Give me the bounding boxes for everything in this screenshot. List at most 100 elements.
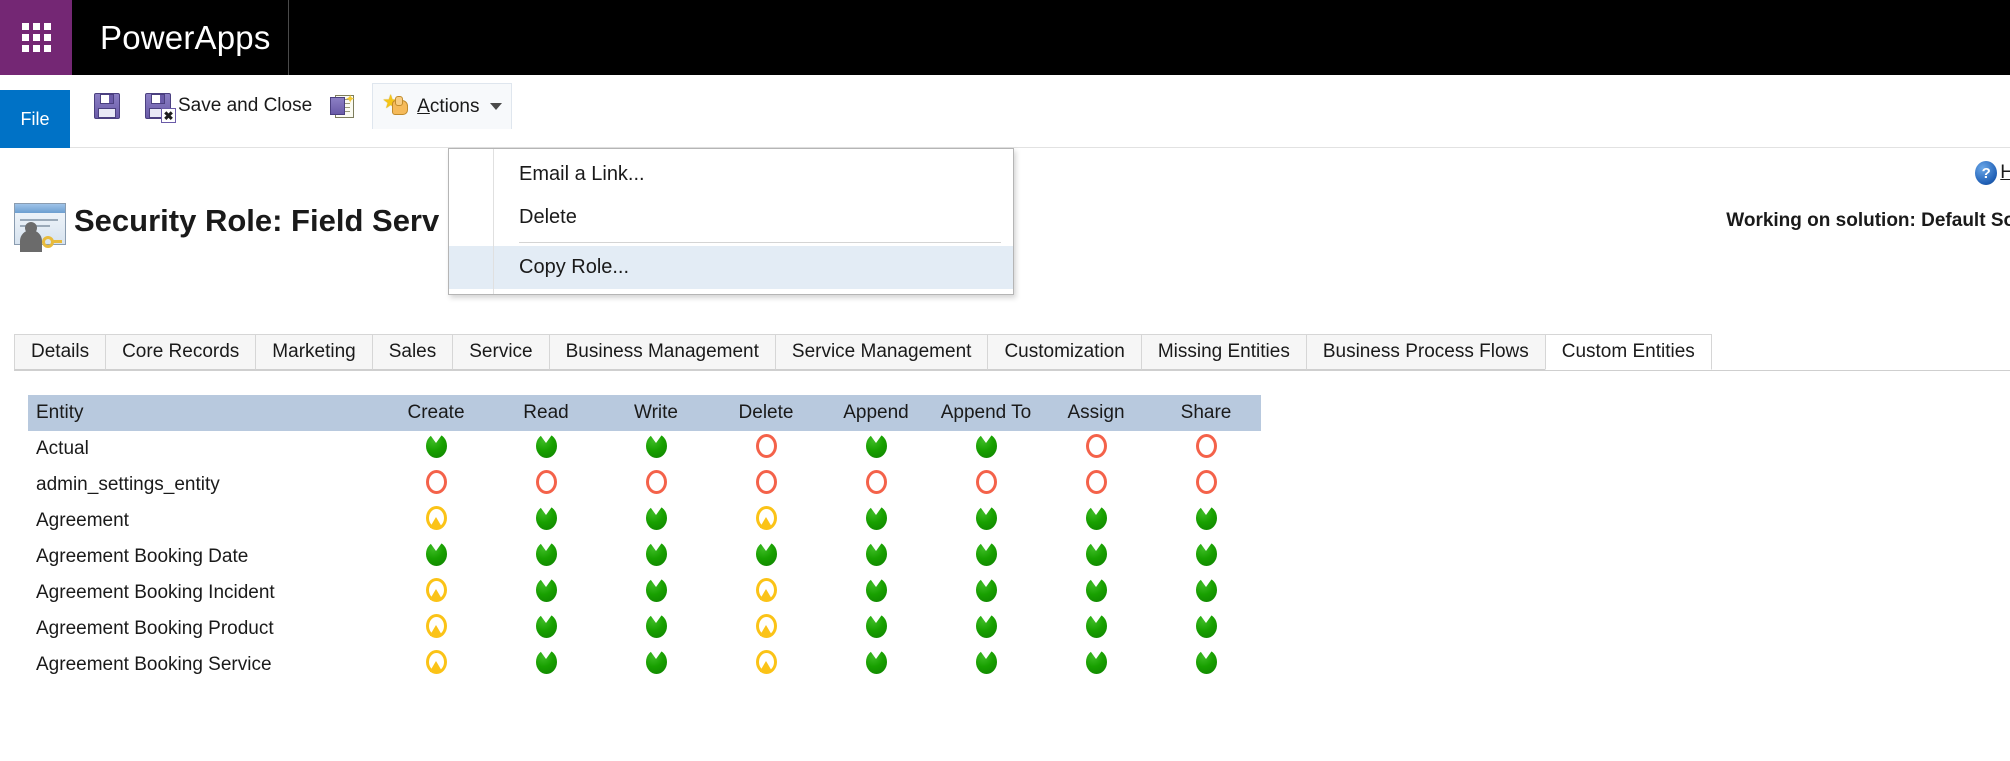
column-header-read[interactable]: Read [491, 395, 601, 431]
privilege-cell-append[interactable] [821, 539, 931, 575]
column-header-append[interactable]: Append [821, 395, 931, 431]
privilege-cell-write[interactable] [601, 575, 711, 611]
privilege-cell-read[interactable] [491, 539, 601, 575]
privilege-cell-assign[interactable] [1041, 431, 1151, 467]
privilege-cell-delete[interactable] [711, 503, 821, 539]
privilege-cell-append[interactable] [821, 503, 931, 539]
save-as-new-button[interactable]: ✦ [321, 84, 372, 128]
privilege-cell-write[interactable] [601, 431, 711, 467]
table-row[interactable]: Actual [28, 431, 1261, 467]
privilege-cell-assign[interactable] [1041, 467, 1151, 503]
privilege-cell-share[interactable] [1151, 539, 1261, 575]
tab-marketing[interactable]: Marketing [255, 334, 373, 370]
privilege-cell-delete[interactable] [711, 611, 821, 647]
tab-details[interactable]: Details [14, 334, 107, 370]
column-header-assign[interactable]: Assign [1041, 395, 1151, 431]
tab-core-records[interactable]: Core Records [105, 334, 257, 370]
privilege-cell-append[interactable] [821, 611, 931, 647]
waffle-icon [21, 23, 51, 52]
entity-name-cell: Agreement [36, 510, 129, 531]
privilege-cell-share[interactable] [1151, 503, 1261, 539]
privilege-cell-read[interactable] [491, 503, 601, 539]
column-header-append-to[interactable]: Append To [931, 395, 1041, 431]
tab-business-process-flows[interactable]: Business Process Flows [1305, 334, 1546, 370]
privilege-cell-read[interactable] [491, 647, 601, 683]
privilege-cell-create[interactable] [381, 647, 491, 683]
help-link[interactable]: ? H [1975, 161, 2010, 185]
privilege-cell-append-to[interactable] [931, 467, 1041, 503]
privilege-cell-append[interactable] [821, 575, 931, 611]
column-header-delete[interactable]: Delete [711, 395, 821, 431]
privilege-cell-read[interactable] [491, 431, 601, 467]
privilege-cell-read[interactable] [491, 575, 601, 611]
privilege-cell-assign[interactable] [1041, 539, 1151, 575]
tab-service-management[interactable]: Service Management [774, 334, 989, 370]
privilege-cell-create[interactable] [381, 539, 491, 575]
privilege-cell-create[interactable] [381, 611, 491, 647]
privilege-cell-delete[interactable] [711, 467, 821, 503]
privilege-cell-read[interactable] [491, 611, 601, 647]
privilege-cell-create[interactable] [381, 467, 491, 503]
save-button[interactable] [85, 84, 136, 128]
table-row[interactable]: Agreement Booking Product [28, 611, 1261, 647]
privilege-cell-share[interactable] [1151, 431, 1261, 467]
tab-customization[interactable]: Customization [987, 334, 1142, 370]
column-header-write[interactable]: Write [601, 395, 711, 431]
menu-item-email-a-link[interactable]: Email a Link... [449, 153, 1013, 196]
privilege-cell-delete[interactable] [711, 539, 821, 575]
privilege-cell-append-to[interactable] [931, 431, 1041, 467]
privilege-cell-append-to[interactable] [931, 503, 1041, 539]
table-row[interactable]: admin_settings_entity [28, 467, 1261, 503]
privilege-cell-create[interactable] [381, 431, 491, 467]
privilege-cell-create[interactable] [381, 575, 491, 611]
privilege-cell-write[interactable] [601, 467, 711, 503]
column-header-entity[interactable]: Entity [28, 395, 381, 431]
privilege-cell-append[interactable] [821, 431, 931, 467]
menu-item-copy-role[interactable]: Copy Role... [449, 246, 1013, 289]
privilege-cell-delete[interactable] [711, 431, 821, 467]
grid-body: Actual admin_settings_entity Agreement Agre… [28, 431, 1261, 683]
file-tab[interactable]: File [0, 90, 70, 148]
privilege-cell-write[interactable] [601, 503, 711, 539]
table-row[interactable]: Agreement Booking Incident [28, 575, 1261, 611]
privilege-cell-append-to[interactable] [931, 575, 1041, 611]
tab-business-management[interactable]: Business Management [548, 334, 776, 370]
privilege-cell-assign[interactable] [1041, 647, 1151, 683]
brand-area[interactable]: PowerApps [72, 0, 289, 75]
privilege-cell-append[interactable] [821, 647, 931, 683]
privilege-cell-append-to[interactable] [931, 611, 1041, 647]
privilege-cell-write[interactable] [601, 611, 711, 647]
column-header-share[interactable]: Share [1151, 395, 1261, 431]
privilege-cell-append-to[interactable] [931, 647, 1041, 683]
column-header-create[interactable]: Create [381, 395, 491, 431]
app-launcher-button[interactable] [0, 0, 72, 75]
actions-menu-button[interactable]: ★ Actions [372, 83, 513, 129]
privilege-cell-share[interactable] [1151, 611, 1261, 647]
privilege-cell-write[interactable] [601, 647, 711, 683]
table-row[interactable]: Agreement [28, 503, 1261, 539]
privilege-cell-share[interactable] [1151, 575, 1261, 611]
menu-item-delete[interactable]: Delete [449, 196, 1013, 239]
tab-service[interactable]: Service [452, 334, 550, 370]
tab-missing-entities[interactable]: Missing Entities [1140, 334, 1307, 370]
privilege-cell-write[interactable] [601, 539, 711, 575]
privilege-partial-yellow-icon [425, 578, 447, 602]
privilege-cell-share[interactable] [1151, 467, 1261, 503]
privilege-cell-create[interactable] [381, 503, 491, 539]
privilege-cell-assign[interactable] [1041, 575, 1151, 611]
privilege-cell-assign[interactable] [1041, 611, 1151, 647]
privilege-partial-yellow-icon [425, 506, 447, 530]
save-and-close-button[interactable]: ✖ Save and Close [136, 84, 321, 128]
privilege-cell-assign[interactable] [1041, 503, 1151, 539]
table-row[interactable]: Agreement Booking Date [28, 539, 1261, 575]
privilege-cell-delete[interactable] [711, 575, 821, 611]
tab-custom-entities[interactable]: Custom Entities [1544, 334, 1712, 370]
privilege-cell-delete[interactable] [711, 647, 821, 683]
tab-sales[interactable]: Sales [371, 334, 454, 370]
privilege-cell-append[interactable] [821, 467, 931, 503]
privilege-none-red-icon [865, 470, 887, 494]
privilege-cell-append-to[interactable] [931, 539, 1041, 575]
privilege-cell-share[interactable] [1151, 647, 1261, 683]
table-row[interactable]: Agreement Booking Service [28, 647, 1261, 683]
privilege-cell-read[interactable] [491, 467, 601, 503]
